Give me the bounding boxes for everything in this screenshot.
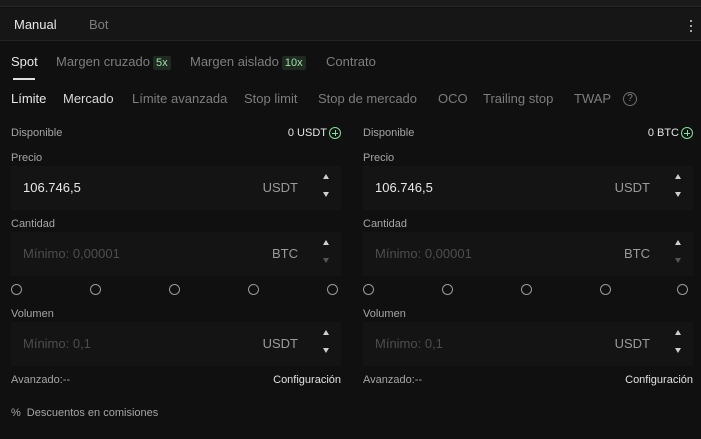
sell-qty-unit: BTC — [624, 246, 650, 261]
arrow-up-icon[interactable] — [675, 174, 681, 179]
sell-price-unit: USDT — [614, 180, 650, 195]
slider-step-0[interactable] — [11, 284, 22, 295]
sell-volume-input[interactable]: Mínimo: 0,1 USDT — [363, 322, 693, 366]
sell-volume-label: Volumen — [363, 308, 406, 320]
buy-qty-label: Cantidad — [11, 218, 56, 230]
tab-contrato[interactable]: Contrato — [326, 54, 376, 69]
tab-margen-cruzado-label: Margen cruzado — [56, 54, 150, 69]
mode-tab-bar: Manual Bot — [0, 8, 701, 41]
sell-qty-placeholder: Mínimo: 0,00001 — [375, 246, 472, 261]
plus-circle-icon[interactable] — [329, 127, 341, 139]
arrow-down-icon[interactable] — [323, 192, 329, 197]
arrow-down-icon[interactable] — [323, 348, 329, 353]
buy-volume-input[interactable]: Mínimo: 0,1 USDT — [11, 322, 341, 366]
tab-oco[interactable]: OCO — [438, 91, 468, 106]
plus-circle-icon[interactable] — [681, 127, 693, 139]
tab-bot[interactable]: Bot — [89, 17, 109, 32]
tab-limite-avanzada[interactable]: Límite avanzada — [132, 91, 227, 106]
sell-price-stepper[interactable] — [675, 174, 683, 202]
buy-price-value: 106.746,5 — [23, 180, 81, 195]
buy-qty-input[interactable]: Mínimo: 0,00001 BTC — [11, 232, 341, 276]
market-tab-bar: Spot Margen cruzado 5x Margen aislado 10x … — [0, 52, 701, 82]
sell-volume-stepper[interactable] — [675, 330, 683, 358]
buy-price-unit: USDT — [262, 180, 298, 195]
slider-step-100[interactable] — [327, 284, 338, 295]
sell-volume-unit: USDT — [614, 336, 650, 351]
buy-volume-unit: USDT — [262, 336, 298, 351]
buy-available-label: Disponible — [11, 127, 63, 139]
tab-mercado[interactable]: Mercado — [63, 91, 114, 106]
buy-price-stepper[interactable] — [323, 174, 331, 202]
arrow-down-icon[interactable] — [323, 258, 329, 263]
buy-qty-placeholder: Mínimo: 0,00001 — [23, 246, 120, 261]
buy-available-value: 0 USDT — [288, 127, 341, 139]
arrow-up-icon[interactable] — [675, 240, 681, 245]
buy-volume-label: Volumen — [11, 308, 54, 320]
slider-step-75[interactable] — [248, 284, 259, 295]
slider-step-25[interactable] — [90, 284, 101, 295]
tab-twap[interactable]: TWAP — [574, 91, 611, 106]
sell-available-row: Disponible 0 BTC — [363, 127, 693, 139]
buy-qty-stepper[interactable] — [323, 240, 331, 268]
more-options-icon[interactable] — [689, 20, 693, 32]
slider-step-75[interactable] — [600, 284, 611, 295]
arrow-up-icon[interactable] — [675, 330, 681, 335]
slider-step-25[interactable] — [442, 284, 453, 295]
arrow-down-icon[interactable] — [675, 258, 681, 263]
buy-volume-stepper[interactable] — [323, 330, 331, 358]
tab-manual[interactable]: Manual — [14, 17, 57, 32]
fee-discount-label: Descuentos en comisiones — [26, 407, 159, 419]
leverage-badge-cross: 5x — [152, 56, 171, 70]
slider-step-0[interactable] — [363, 284, 374, 295]
sell-amount-slider[interactable] — [363, 284, 693, 296]
tab-trailing-stop[interactable]: Trailing stop — [483, 91, 553, 106]
sell-price-label: Precio — [363, 152, 395, 164]
tab-stop-limit[interactable]: Stop limit — [244, 91, 297, 106]
fee-discount-link[interactable]: % Descuentos en comisiones — [11, 407, 158, 419]
percent-icon: % — [11, 407, 21, 419]
tab-spot[interactable]: Spot — [11, 54, 38, 69]
buy-price-input[interactable]: 106.746,5 USDT — [11, 166, 341, 210]
sell-config-link[interactable]: Configuración — [625, 374, 693, 386]
arrow-up-icon[interactable] — [323, 240, 329, 245]
help-icon[interactable]: ? — [623, 92, 637, 106]
slider-step-100[interactable] — [677, 284, 688, 295]
order-type-tab-bar: Límite Mercado Límite avanzada Stop limi… — [0, 90, 701, 110]
sell-advanced-label: Avanzado:-- — [363, 374, 423, 386]
buy-available-row: Disponible 0 USDT — [11, 127, 341, 139]
arrow-down-icon[interactable] — [675, 192, 681, 197]
sell-available-amount: 0 BTC — [647, 127, 679, 139]
sell-available-value: 0 BTC — [648, 127, 693, 139]
buy-qty-unit: BTC — [272, 246, 298, 261]
buy-amount-slider[interactable] — [11, 284, 341, 296]
arrow-up-icon[interactable] — [323, 330, 329, 335]
buy-available-amount: 0 USDT — [287, 127, 327, 139]
buy-advanced-label: Avanzado:-- — [11, 374, 71, 386]
leverage-badge-isolated: 10x — [281, 56, 306, 70]
sell-volume-placeholder: Mínimo: 0,1 — [375, 336, 443, 351]
sell-price-value: 106.746,5 — [375, 180, 433, 195]
sell-qty-stepper[interactable] — [675, 240, 683, 268]
tab-margen-aislado-label: Margen aislado — [190, 54, 279, 69]
tab-limite[interactable]: Límite — [11, 91, 46, 106]
tab-margen-aislado[interactable]: Margen aislado 10x — [190, 54, 306, 70]
tab-stop-de-mercado[interactable]: Stop de mercado — [318, 91, 417, 106]
buy-config-link[interactable]: Configuración — [273, 374, 341, 386]
active-tab-underline — [13, 78, 35, 80]
sell-available-label: Disponible — [363, 127, 415, 139]
arrow-up-icon[interactable] — [323, 174, 329, 179]
top-border — [0, 0, 701, 7]
arrow-down-icon[interactable] — [675, 348, 681, 353]
sell-price-input[interactable]: 106.746,5 USDT — [363, 166, 693, 210]
buy-price-label: Precio — [11, 152, 43, 164]
tab-margen-cruzado[interactable]: Margen cruzado 5x — [56, 54, 171, 70]
sell-qty-label: Cantidad — [363, 218, 408, 230]
sell-advanced-row: Avanzado:-- Configuración — [363, 374, 693, 386]
sell-qty-input[interactable]: Mínimo: 0,00001 BTC — [363, 232, 693, 276]
buy-advanced-row: Avanzado:-- Configuración — [11, 374, 341, 386]
slider-step-50[interactable] — [169, 284, 180, 295]
slider-step-50[interactable] — [521, 284, 532, 295]
buy-volume-placeholder: Mínimo: 0,1 — [23, 336, 91, 351]
